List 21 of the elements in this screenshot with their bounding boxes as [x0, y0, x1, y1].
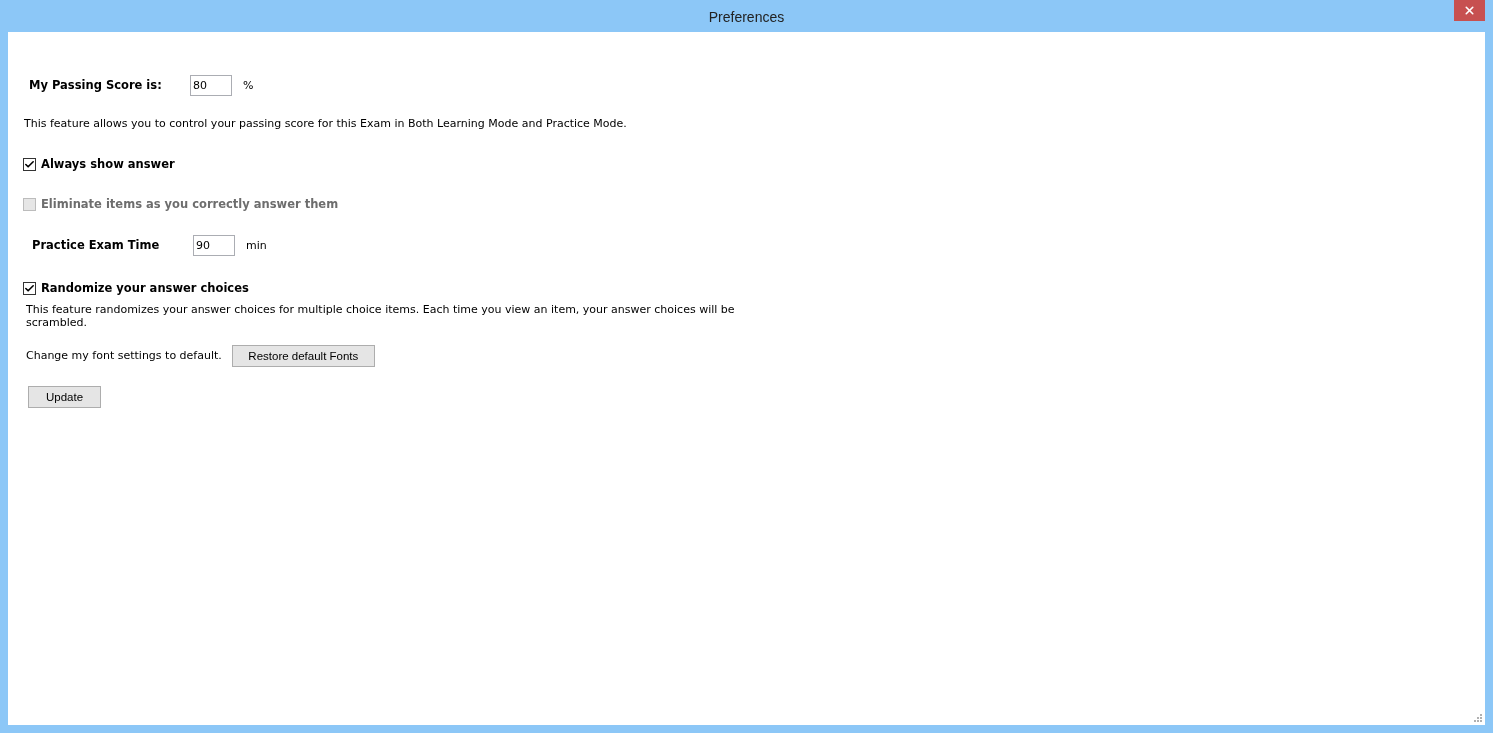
unit-label: min — [246, 238, 267, 255]
font-settings-label: Change my font settings to default. — [26, 348, 222, 364]
checkbox-label: Always show answer — [41, 155, 175, 173]
checkbox-label: Randomize your answer choices — [41, 280, 249, 297]
window-title: Preferences — [708, 8, 785, 27]
description-text: This feature allows you to control your passing score for this Exam in Both Learning Mode and Practice Mode. — [23, 116, 628, 132]
checkbox[interactable] — [23, 282, 36, 296]
field-label: Practice Exam Time — [32, 236, 161, 254]
checkbox-label: Eliminate items as you correctly answer them — [41, 195, 339, 213]
update-button[interactable]: Update — [28, 386, 101, 409]
input-field[interactable]: 90 — [193, 235, 235, 256]
check-icon — [24, 158, 35, 170]
field-label: My Passing Score is: — [29, 76, 163, 94]
description-text: This feature randomizes your answer choices for multiple choice items. Each time you view an item, your answer choices will be scrambled. — [25, 303, 736, 330]
input-field[interactable]: 80 — [190, 75, 232, 96]
close-icon — [1463, 4, 1476, 17]
restore-fonts-button[interactable]: Restore default Fonts — [231, 345, 375, 368]
unit-label: % — [243, 78, 254, 95]
close-button[interactable] — [1454, 0, 1485, 21]
checkbox[interactable] — [23, 157, 36, 171]
resize-grip-icon — [1474, 714, 1483, 723]
